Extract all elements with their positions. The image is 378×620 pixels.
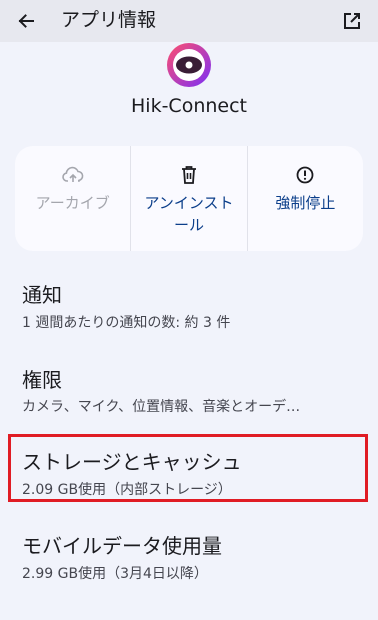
hik-connect-app-icon (166, 42, 212, 88)
row-subtitle: 1 週間あたりの通知の数: 約 3 件 (22, 315, 231, 331)
cloud-upload-icon (61, 164, 84, 186)
back-button[interactable] (14, 9, 38, 33)
mobile-data-row[interactable]: モバイルデータ使用量 2.99 GB使用（3月4日以降） (0, 532, 378, 592)
highlight-box (8, 434, 368, 502)
row-title: 権限 (22, 368, 62, 392)
notifications-row[interactable]: 通知 1 週間あたりの通知の数: 約 3 件 (0, 280, 378, 340)
row-title: モバイルデータ使用量 (22, 534, 222, 558)
permissions-row[interactable]: 権限 カメラ、マイク、位置情報、音楽とオーデ… (0, 365, 378, 425)
open-app-button[interactable] (340, 9, 364, 33)
row-subtitle: カメラ、マイク、位置情報、音楽とオーデ… (22, 399, 301, 415)
top-app-bar: アプリ情報 (0, 0, 378, 42)
open-in-new-icon (344, 13, 360, 29)
uninstall-button[interactable]: アンインストール (130, 146, 246, 251)
row-title: 通知 (22, 283, 62, 307)
alert-circle-icon (294, 164, 316, 186)
arrow-back-icon (18, 14, 34, 28)
trash-icon (178, 164, 200, 186)
uninstall-label: アンインストール (144, 194, 234, 234)
archive-label: アーカイブ (35, 194, 110, 212)
archive-button[interactable]: アーカイブ (15, 146, 130, 251)
row-subtitle: 2.99 GB使用（3月4日以降） (22, 566, 208, 582)
force-stop-label: 強制停止 (275, 194, 336, 212)
page-title: アプリ情報 (61, 9, 157, 31)
app-actions-card: アーカイブ アンインストール 強制停止 (15, 146, 363, 251)
app-name: Hik-Connect (131, 95, 247, 117)
force-stop-button[interactable]: 強制停止 (246, 146, 363, 251)
